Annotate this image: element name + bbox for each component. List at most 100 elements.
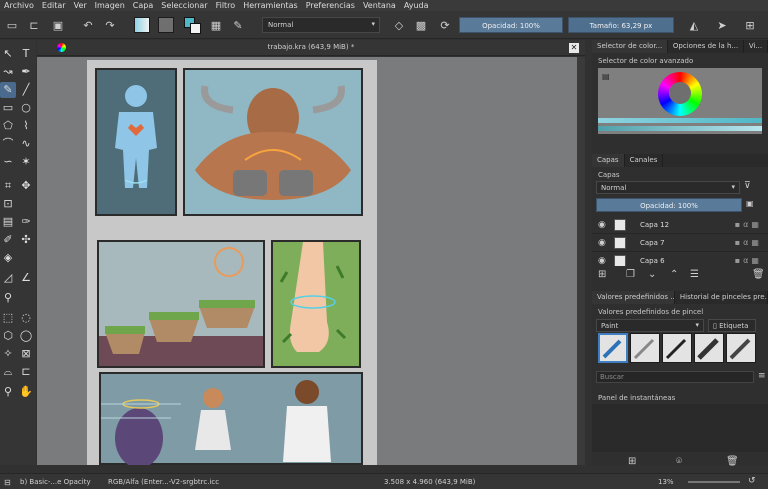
transform-tool-icon[interactable]: ⊡: [0, 196, 16, 212]
tab-view[interactable]: Vi...: [744, 40, 768, 53]
freehand-path-tool-icon[interactable]: ∿: [18, 136, 34, 152]
tab-brush-history[interactable]: Historial de pinceles pre...: [675, 291, 768, 304]
advanced-color-selector[interactable]: ▤: [598, 68, 762, 134]
tab-tool-options[interactable]: Opciones de la h...: [668, 40, 744, 53]
redo-icon[interactable]: ↷: [102, 17, 118, 33]
menu-filtro[interactable]: Filtro: [212, 1, 240, 10]
brush-preset-thumb[interactable]: [694, 333, 724, 363]
menu-seleccionar[interactable]: Seleccionar: [157, 1, 211, 10]
assistant-tool-icon[interactable]: ◿: [0, 270, 16, 286]
canvas-area[interactable]: [37, 57, 585, 465]
layers-blend-select[interactable]: Normal ▾: [596, 181, 740, 194]
layers-opacity-slider[interactable]: Opacidad: 100%: [596, 198, 742, 212]
duplicate-layer-icon[interactable]: ❐: [626, 269, 635, 280]
menu-imagen[interactable]: Imagen: [91, 1, 129, 10]
fg-bg-colors[interactable]: [184, 17, 202, 34]
text-tool-icon[interactable]: T: [18, 46, 34, 62]
line-tool-icon[interactable]: ╱: [18, 82, 34, 98]
menu-ventana[interactable]: Ventana: [359, 1, 400, 10]
freehand-brush-tool-icon[interactable]: ✎: [0, 82, 16, 98]
presets-filter-select[interactable]: Paint ▾: [596, 319, 704, 332]
menu-capa[interactable]: Capa: [129, 1, 157, 10]
color-settings-icon[interactable]: ▤: [602, 72, 610, 81]
calligraphy-tool-icon[interactable]: ✒: [18, 64, 34, 80]
presets-menu-icon[interactable]: ≡: [758, 371, 766, 381]
blend-mode-select[interactable]: Normal ▾: [262, 17, 380, 33]
edit-shapes-tool-icon[interactable]: ↝: [0, 64, 16, 80]
rect-select-tool-icon[interactable]: ⬚: [0, 310, 16, 326]
menu-herramientas[interactable]: Herramientas: [239, 1, 302, 10]
new-document-icon[interactable]: ▭: [4, 17, 20, 33]
move-up-icon[interactable]: ⌃: [670, 269, 678, 280]
pattern-swatch[interactable]: [158, 17, 174, 33]
tab-brush-presets[interactable]: Valores predefinidos ...: [592, 291, 675, 304]
camera-icon[interactable]: ⌾: [676, 456, 682, 467]
layer-lock-icons[interactable]: ▪α▦: [735, 220, 762, 229]
polygon-tool-icon[interactable]: ⬠: [0, 118, 16, 134]
move-tool-icon[interactable]: ✥: [18, 178, 34, 194]
zoom-tool-icon[interactable]: ⚲: [0, 384, 16, 400]
brush-preset-thumb[interactable]: [726, 333, 756, 363]
add-snapshot-icon[interactable]: ⊞: [628, 456, 636, 467]
tab-layers[interactable]: Capas: [592, 154, 625, 167]
colorize-mask-tool-icon[interactable]: ✐: [0, 232, 16, 248]
eraser-mode-icon[interactable]: ◇: [391, 17, 407, 33]
rotate-canvas-icon[interactable]: ↺: [748, 476, 756, 486]
visibility-eye-icon[interactable]: ◉: [598, 238, 606, 248]
move-down-icon[interactable]: ⌄: [648, 269, 656, 280]
snapshots-list[interactable]: [592, 404, 768, 452]
freehand-select-tool-icon[interactable]: ◯: [18, 328, 34, 344]
rectangle-tool-icon[interactable]: ▭: [0, 100, 16, 116]
size-slider[interactable]: Tamaño: 63,29 px: [568, 17, 674, 33]
brush-presets-icon[interactable]: ▦: [208, 17, 224, 33]
reload-preset-icon[interactable]: ⟳: [437, 17, 453, 33]
fill-tool-icon[interactable]: ◈: [0, 250, 16, 266]
magnetic-select-tool-icon[interactable]: ⊏: [18, 364, 34, 380]
pan-tool-icon[interactable]: ✋: [18, 384, 34, 400]
layer-properties-icon[interactable]: ☰: [690, 269, 699, 280]
similar-select-tool-icon[interactable]: ⊠: [18, 346, 34, 362]
save-icon[interactable]: ▣: [50, 17, 66, 33]
mirror-vertical-icon[interactable]: ➤: [714, 17, 730, 33]
ellipse-tool-icon[interactable]: ○: [18, 100, 34, 116]
smart-patch-tool-icon[interactable]: ✣: [18, 232, 34, 248]
visibility-eye-icon[interactable]: ◉: [598, 256, 606, 266]
layer-row[interactable]: ◉ Capa 7 ▪α▦: [592, 235, 768, 252]
gradient-swatch[interactable]: [134, 17, 150, 33]
select-shapes-tool-icon[interactable]: ↖: [0, 46, 16, 62]
menu-archivo[interactable]: Archivo: [0, 1, 38, 10]
bezier-tool-icon[interactable]: ⌒: [0, 136, 16, 152]
color-triangle[interactable]: [669, 82, 691, 104]
undo-icon[interactable]: ↶: [80, 17, 96, 33]
brush-preset-thumb[interactable]: [598, 333, 628, 363]
status-brush-name[interactable]: b) Basic-...e Opacity: [20, 478, 91, 486]
tab-color-selector[interactable]: Selector de color...: [592, 40, 668, 53]
close-document-icon[interactable]: ✕: [569, 43, 579, 53]
opacity-slider[interactable]: Opacidad: 100%: [459, 17, 563, 33]
polyline-tool-icon[interactable]: ⌇: [18, 118, 34, 134]
brush-preset-thumb[interactable]: [630, 333, 660, 363]
presets-tag-button[interactable]: ▯ Etiqueta: [708, 319, 756, 332]
magic-wand-tool-icon[interactable]: ✧: [0, 346, 16, 362]
color-history-bar[interactable]: [598, 118, 762, 123]
multibrush-tool-icon[interactable]: ✶: [18, 154, 34, 170]
layer-lock-icons[interactable]: ▪α▦: [735, 238, 762, 247]
menu-ayuda[interactable]: Ayuda: [400, 1, 433, 10]
layer-lock-icons[interactable]: ▪α▦: [735, 256, 762, 265]
delete-snapshot-icon[interactable]: 🗑: [726, 456, 739, 467]
add-layer-icon[interactable]: ⊞: [598, 269, 606, 280]
menu-editar[interactable]: Editar: [38, 1, 70, 10]
polygon-select-tool-icon[interactable]: ⬡: [0, 328, 16, 344]
ellipse-select-tool-icon[interactable]: ◌: [18, 310, 34, 326]
color-picker-tool-icon[interactable]: ✑: [18, 214, 34, 230]
open-document-icon[interactable]: ⊏: [26, 17, 42, 33]
mirror-horizontal-icon[interactable]: ◭: [686, 17, 702, 33]
wrap-around-icon[interactable]: ⊞: [742, 17, 758, 33]
tab-channels[interactable]: Canales: [625, 154, 664, 167]
menu-preferencias[interactable]: Preferencias: [302, 1, 359, 10]
layer-row[interactable]: ◉ Capa 12 ▪α▦: [592, 217, 768, 234]
reference-tool-icon[interactable]: ⚲: [0, 290, 16, 306]
bezier-select-tool-icon[interactable]: ⌓: [0, 364, 16, 380]
brush-editor-icon[interactable]: ✎: [230, 17, 246, 33]
color-shades-bar[interactable]: [598, 126, 762, 131]
